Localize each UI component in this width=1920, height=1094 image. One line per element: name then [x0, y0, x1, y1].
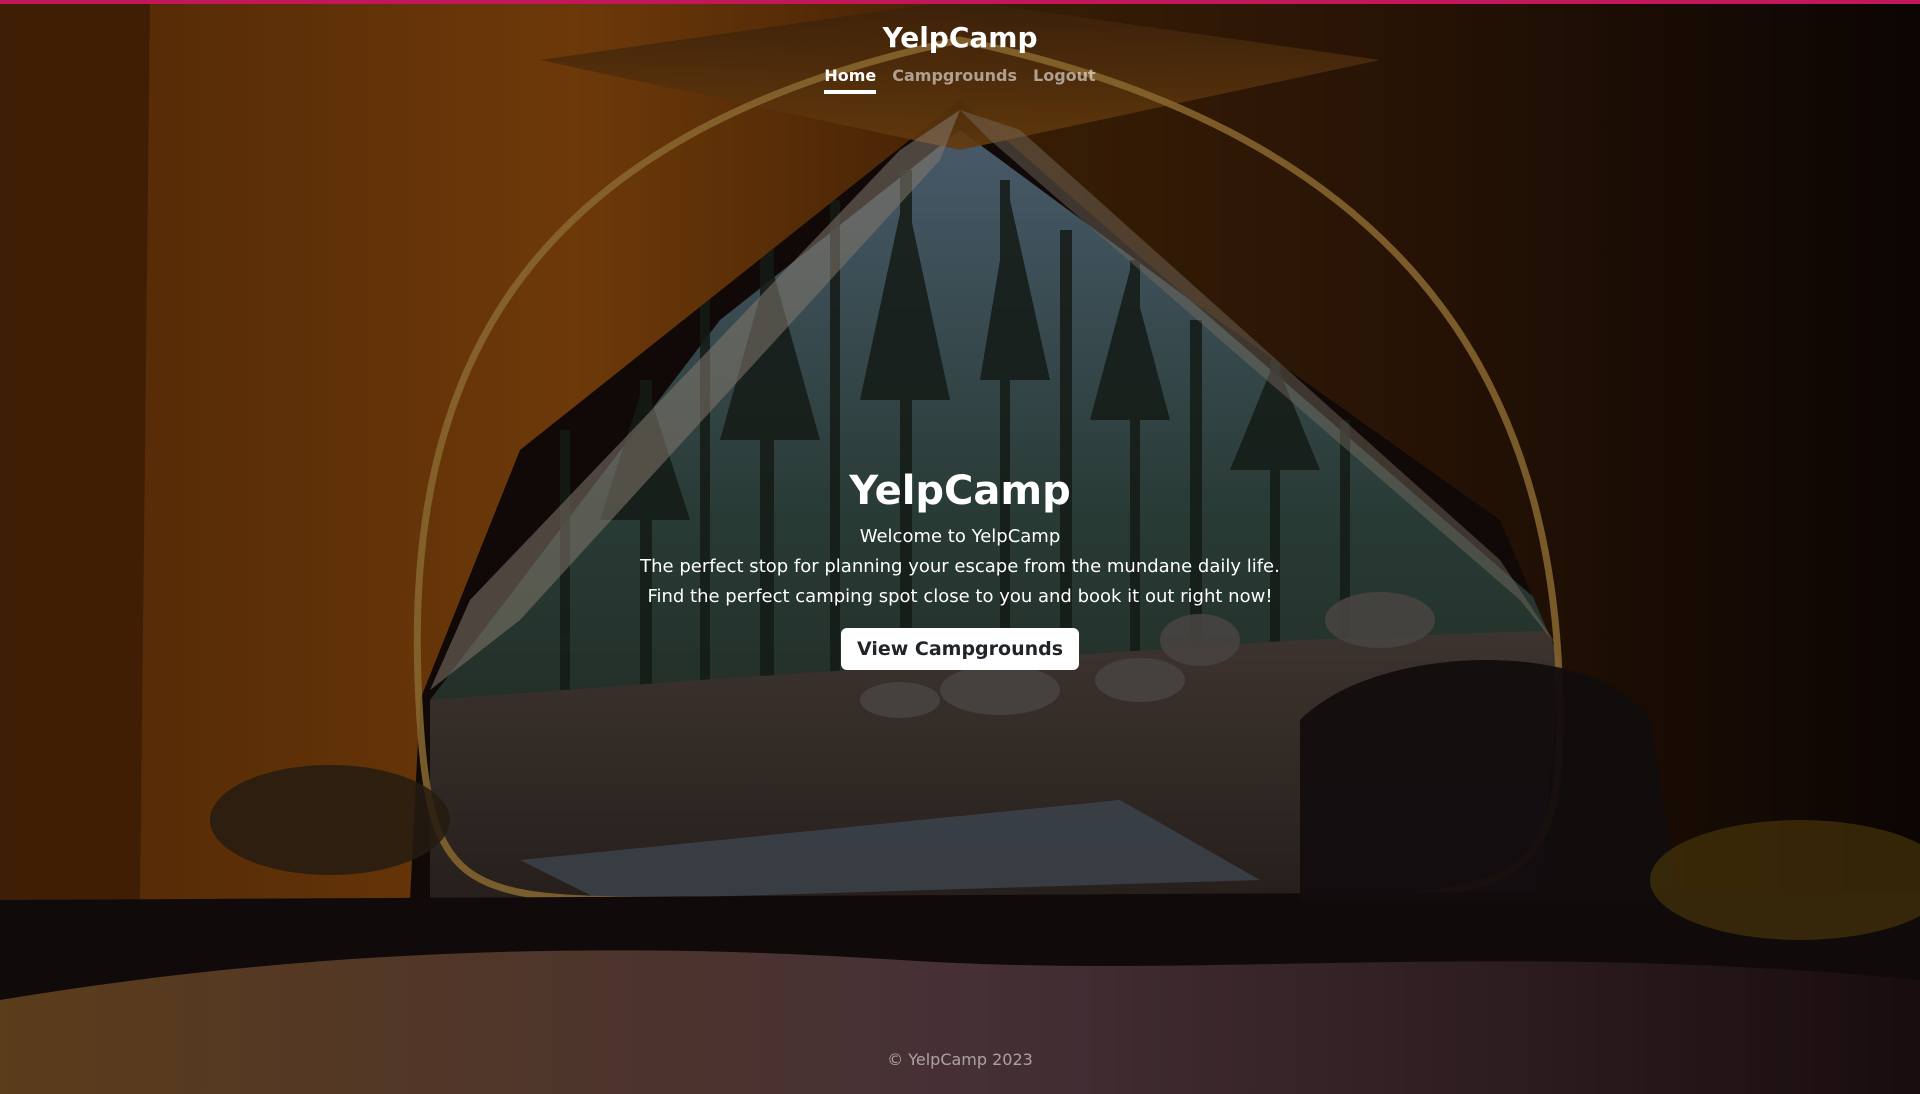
nav-campgrounds[interactable]: Campgrounds — [892, 66, 1017, 94]
site-footer: © YelpCamp 2023 — [0, 1050, 1920, 1069]
nav-logout[interactable]: Logout — [1033, 66, 1096, 94]
footer-copyright: © YelpCamp 2023 — [887, 1050, 1033, 1069]
landing-page: YelpCamp Home Campgrounds Logout YelpCam… — [0, 0, 1920, 1094]
site-header: YelpCamp Home Campgrounds Logout — [0, 18, 1920, 94]
top-accent-bar — [0, 0, 1920, 4]
hero-tagline: The perfect stop for planning your escap… — [640, 556, 1280, 577]
nav-home[interactable]: Home — [824, 66, 877, 94]
hero-section: YelpCamp Welcome to YelpCamp The perfect… — [0, 466, 1920, 670]
hero-description: Find the perfect camping spot close to y… — [647, 586, 1273, 607]
view-campgrounds-button[interactable]: View Campgrounds — [840, 628, 1080, 670]
brand-title: YelpCamp — [882, 21, 1038, 54]
hero-welcome-text: Welcome to YelpCamp — [859, 526, 1061, 547]
main-nav: Home Campgrounds Logout — [0, 66, 1920, 94]
hero-title: YelpCamp — [849, 468, 1071, 514]
